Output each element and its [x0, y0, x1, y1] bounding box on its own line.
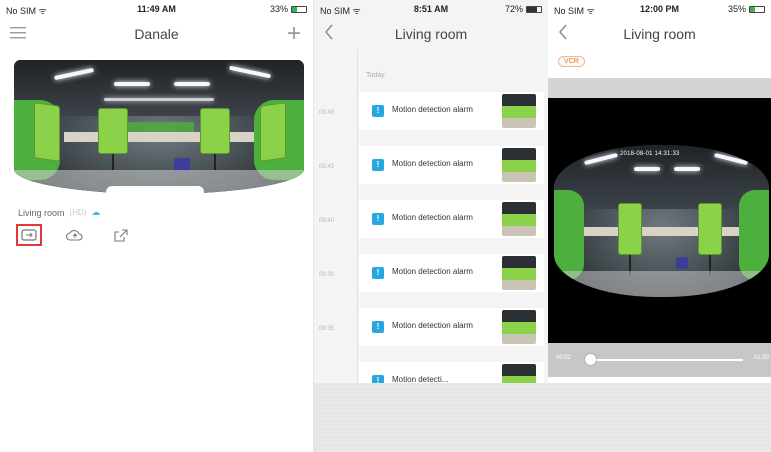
section-label: Today: [366, 72, 385, 79]
screen-title: Living room: [623, 26, 696, 42]
current-time: 00:02: [556, 355, 572, 361]
nav-bar: Danale +: [0, 18, 313, 50]
battery-indicator: 72%: [505, 4, 542, 14]
camera-quality: (HD): [69, 208, 87, 217]
alarm-badge-icon: !: [372, 321, 384, 333]
alarm-card[interactable]: ! Motion detection alarm: [359, 308, 544, 346]
battery-percent: 35%: [727, 4, 746, 14]
alarm-title: Motion detection alarm: [392, 267, 473, 276]
alarm-thumbnail[interactable]: [502, 256, 536, 290]
alarm-thumbnail[interactable]: [502, 202, 536, 236]
battery-percent: 33%: [269, 4, 288, 14]
alarm-title: Motion detection alarm: [392, 213, 473, 222]
status-bar: No SIM ᯤ 11:49 AM 33%: [0, 0, 313, 18]
alarm-card[interactable]: ! Motion detection alarm: [359, 92, 544, 130]
alarm-card[interactable]: ! Motion detection alarm: [359, 254, 544, 292]
alarm-card[interactable]: ! Motion detection alarm: [359, 200, 544, 238]
screen-title: Living room: [394, 26, 468, 42]
player-top-bar: [548, 78, 771, 98]
alarm-item: 08:38 ! Motion detection alarm: [314, 254, 548, 298]
plus-icon[interactable]: +: [287, 20, 301, 48]
battery-percent: 72%: [504, 4, 523, 14]
alarm-badge-icon: !: [372, 267, 384, 279]
alarm-item: 08:35 ! Motion detection alarm: [314, 308, 548, 352]
cloud-status-icon: ☁: [91, 207, 101, 217]
battery-icon: [291, 5, 307, 13]
alarm-time: 08:35: [319, 326, 335, 332]
scrub-track[interactable]: [592, 359, 743, 361]
alarm-item: 08:48 ! Motion detection alarm: [314, 92, 548, 136]
alarm-time: 08:38: [319, 272, 335, 278]
camera-scene: [554, 145, 769, 297]
playback-icon[interactable]: [16, 224, 42, 246]
video-timestamp: 2018-08-01 14:31:33: [620, 151, 680, 157]
alarm-item: 08:40 ! Motion detection alarm: [314, 200, 548, 244]
playback-video: [554, 145, 769, 297]
share-icon[interactable]: [108, 224, 134, 246]
app-title: Danale: [134, 26, 179, 42]
video-player[interactable]: 2018-08-01 14:31:33: [548, 98, 771, 343]
alarm-card[interactable]: ! Motion detection alarm: [359, 146, 544, 184]
battery-icon: [526, 5, 542, 13]
preview-notch: [106, 186, 204, 196]
camera-scene: [14, 60, 304, 194]
alarm-thumbnail[interactable]: [502, 148, 536, 182]
camera-preview[interactable]: [14, 60, 304, 194]
camera-label: Living room (HD) ☁: [18, 207, 100, 218]
alarm-time: 08:48: [319, 110, 335, 116]
alarm-thumbnail[interactable]: [502, 310, 536, 344]
battery-indicator: 35%: [728, 4, 765, 14]
alarm-title: Motion detection alarm: [392, 321, 473, 330]
alarm-title: Motion detection alarm: [392, 159, 473, 168]
alarm-badge-icon: !: [372, 159, 384, 171]
alarm-title: Motion detection alarm: [392, 105, 473, 114]
alarm-badge-icon: !: [372, 105, 384, 117]
background-pattern: [314, 383, 771, 452]
battery-indicator: 33%: [270, 4, 307, 14]
scrub-handle[interactable]: [585, 354, 596, 365]
alarm-badge-icon: !: [372, 213, 384, 225]
camera-name: Living room: [18, 207, 65, 218]
playback-scrubber: 00:02 01:50: [548, 343, 771, 377]
alarm-item: 08:43 ! Motion detection alarm: [314, 146, 548, 190]
status-bar: No SIM ᯤ 12:00 PM 35%: [548, 0, 771, 18]
alarm-thumbnail[interactable]: [502, 94, 536, 128]
alarm-time: 08:43: [319, 164, 335, 170]
cloud-icon[interactable]: [62, 224, 88, 246]
camera-actions: [16, 224, 134, 246]
end-time: 01:50: [753, 355, 769, 361]
device-list-screen: No SIM ᯤ 11:49 AM 33% Danale + Living ro…: [0, 0, 314, 452]
alarm-time: 08:40: [319, 218, 335, 224]
nav-bar: Living room: [314, 18, 548, 50]
status-bar: No SIM ᯤ 8:51 AM 72%: [314, 0, 548, 18]
battery-icon: [749, 5, 765, 13]
status-time: 11:49 AM: [137, 4, 176, 14]
screenshot-root: No SIM ᯤ 11:49 AM 33% Danale + Living ro…: [0, 0, 771, 452]
vcr-badge[interactable]: VCR: [558, 56, 585, 67]
nav-bar: Living room: [548, 18, 771, 50]
